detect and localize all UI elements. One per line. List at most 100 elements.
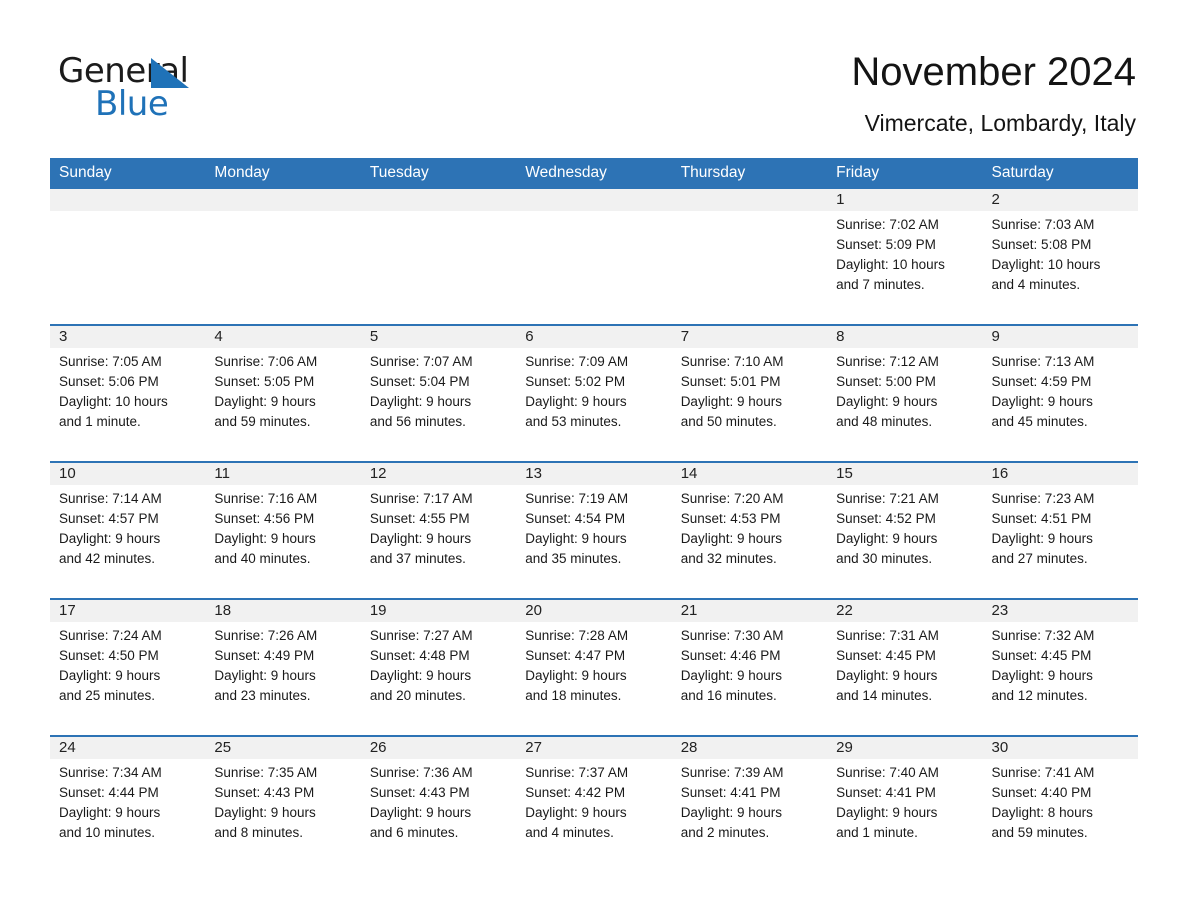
day-cell[interactable]: Sunrise: 7:13 AM Sunset: 4:59 PM Dayligh…: [983, 348, 1138, 461]
day-number: 7: [680, 328, 690, 345]
daylight-text-line1: Daylight: 9 hours: [214, 394, 316, 409]
sunrise-text: Sunrise: 7:07 AM: [369, 354, 473, 369]
sunset-text: Sunset: 4:47 PM: [525, 648, 626, 663]
day-cell[interactable]: Sunrise: 7:30 AM Sunset: 4:46 PM Dayligh…: [672, 622, 827, 735]
day-cell[interactable]: Sunrise: 7:10 AM Sunset: 5:01 PM Dayligh…: [672, 348, 827, 461]
daylight-text-line1: Daylight: 8 hours: [991, 805, 1093, 820]
sunrise-text: Sunrise: 7:37 AM: [525, 765, 629, 780]
daylight-text-line1: Daylight: 9 hours: [525, 531, 627, 546]
daylight-text-line2: and 35 minutes.: [525, 551, 622, 566]
sunrise-text: Sunrise: 7:41 AM: [991, 765, 1095, 780]
day-cell[interactable]: [205, 211, 360, 324]
day-number: 8: [836, 328, 845, 345]
sunset-text: Sunset: 4:45 PM: [836, 648, 936, 663]
sunrise-text: Sunrise: 7:17 AM: [369, 491, 473, 506]
week-row: 3 4 5 6 7 8 9 Sunrise: 7:05 AM Sunset: 5…: [50, 324, 1138, 461]
sunset-text: Sunset: 5:08 PM: [991, 237, 1092, 252]
day-number: 1: [836, 191, 845, 208]
weekday-header-wednesday: Wednesday: [525, 164, 607, 181]
day-cell[interactable]: Sunrise: 7:02 AM Sunset: 5:09 PM Dayligh…: [827, 211, 982, 324]
day-cell[interactable]: Sunrise: 7:09 AM Sunset: 5:02 PM Dayligh…: [516, 348, 671, 461]
day-cell[interactable]: Sunrise: 7:19 AM Sunset: 4:54 PM Dayligh…: [516, 485, 671, 598]
sunset-text: Sunset: 4:57 PM: [59, 511, 159, 526]
day-cell[interactable]: Sunrise: 7:34 AM Sunset: 4:44 PM Dayligh…: [50, 759, 205, 859]
day-number: 10: [59, 465, 76, 482]
daylight-text-line2: and 23 minutes.: [214, 688, 311, 703]
logo-text-blue: Blue: [95, 84, 169, 124]
daylight-text-line1: Daylight: 9 hours: [991, 394, 1093, 409]
daylight-text-line1: Daylight: 9 hours: [525, 805, 627, 820]
daylight-text-line2: and 7 minutes.: [836, 277, 925, 292]
title-block: November 2024 Vimercate, Lombardy, Italy: [851, 48, 1136, 137]
day-cell[interactable]: Sunrise: 7:37 AM Sunset: 4:42 PM Dayligh…: [516, 759, 671, 859]
sunrise-text: Sunrise: 7:23 AM: [991, 491, 1095, 506]
day-cell[interactable]: Sunrise: 7:36 AM Sunset: 4:43 PM Dayligh…: [361, 759, 516, 859]
day-cell[interactable]: Sunrise: 7:16 AM Sunset: 4:56 PM Dayligh…: [205, 485, 360, 598]
day-cell[interactable]: Sunrise: 7:32 AM Sunset: 4:45 PM Dayligh…: [983, 622, 1138, 735]
daylight-text-line1: Daylight: 9 hours: [369, 805, 472, 820]
day-cell[interactable]: Sunrise: 7:12 AM Sunset: 5:00 PM Dayligh…: [827, 348, 982, 461]
week-date-bar: 3 4 5 6 7 8 9: [50, 326, 1138, 348]
week-date-bar: 1 2: [50, 189, 1138, 211]
day-cell[interactable]: Sunrise: 7:35 AM Sunset: 4:43 PM Dayligh…: [205, 759, 360, 859]
daylight-text-line2: and 14 minutes.: [836, 688, 933, 703]
day-number: 19: [369, 602, 387, 619]
day-cell[interactable]: Sunrise: 7:28 AM Sunset: 4:47 PM Dayligh…: [516, 622, 671, 735]
sunrise-text: Sunrise: 7:14 AM: [59, 491, 162, 506]
day-cell[interactable]: [50, 211, 205, 324]
week-row: 17 18 19 20 21 22 23 Sunrise: 7:24 AM Su…: [50, 598, 1138, 735]
sunset-text: Sunset: 5:04 PM: [369, 374, 470, 389]
sunset-text: Sunset: 5:01 PM: [680, 374, 781, 389]
sunset-text: Sunset: 4:53 PM: [680, 511, 781, 526]
weekday-header-friday: Friday: [836, 164, 880, 181]
day-cell[interactable]: Sunrise: 7:27 AM Sunset: 4:48 PM Dayligh…: [361, 622, 516, 735]
sunset-text: Sunset: 4:42 PM: [525, 785, 626, 800]
day-number: 11: [214, 465, 230, 482]
daylight-text-line1: Daylight: 10 hours: [836, 257, 945, 272]
page-subtitle: Vimercate, Lombardy, Italy: [864, 110, 1136, 136]
day-cell[interactable]: Sunrise: 7:41 AM Sunset: 4:40 PM Dayligh…: [983, 759, 1138, 859]
day-cell[interactable]: Sunrise: 7:23 AM Sunset: 4:51 PM Dayligh…: [983, 485, 1138, 598]
daylight-text-line2: and 37 minutes.: [369, 551, 466, 566]
sunset-text: Sunset: 4:50 PM: [59, 648, 159, 663]
day-cell[interactable]: Sunrise: 7:07 AM Sunset: 5:04 PM Dayligh…: [361, 348, 516, 461]
daylight-text-line2: and 32 minutes.: [680, 551, 777, 566]
day-cell[interactable]: Sunrise: 7:24 AM Sunset: 4:50 PM Dayligh…: [50, 622, 205, 735]
daylight-text-line2: and 20 minutes.: [369, 688, 466, 703]
daylight-text-line1: Daylight: 9 hours: [991, 531, 1093, 546]
calendar-grid: Sunday Monday Tuesday Wednesday Thursday…: [50, 158, 1138, 859]
day-number: 15: [836, 465, 853, 482]
day-cell[interactable]: [516, 211, 671, 324]
day-number: 28: [680, 739, 698, 756]
daylight-text-line2: and 18 minutes.: [525, 688, 622, 703]
sunrise-text: Sunrise: 7:16 AM: [214, 491, 318, 506]
day-cell[interactable]: Sunrise: 7:05 AM Sunset: 5:06 PM Dayligh…: [50, 348, 205, 461]
sunset-text: Sunset: 4:56 PM: [214, 511, 315, 526]
daylight-text-line1: Daylight: 9 hours: [836, 668, 938, 683]
day-number: 27: [525, 739, 542, 756]
sunrise-text: Sunrise: 7:27 AM: [369, 628, 473, 643]
day-cell[interactable]: Sunrise: 7:40 AM Sunset: 4:41 PM Dayligh…: [827, 759, 982, 859]
day-number: 4: [214, 328, 223, 345]
sunset-text: Sunset: 4:49 PM: [214, 648, 315, 663]
daylight-text-line2: and 25 minutes.: [59, 688, 156, 703]
day-cell[interactable]: Sunrise: 7:06 AM Sunset: 5:05 PM Dayligh…: [205, 348, 360, 461]
sunrise-text: Sunrise: 7:24 AM: [59, 628, 162, 643]
day-cell[interactable]: Sunrise: 7:26 AM Sunset: 4:49 PM Dayligh…: [205, 622, 360, 735]
day-cell[interactable]: Sunrise: 7:03 AM Sunset: 5:08 PM Dayligh…: [983, 211, 1138, 324]
day-cell[interactable]: Sunrise: 7:31 AM Sunset: 4:45 PM Dayligh…: [827, 622, 982, 735]
sunset-text: Sunset: 4:43 PM: [214, 785, 315, 800]
sunrise-text: Sunrise: 7:06 AM: [214, 354, 318, 369]
daylight-text-line1: Daylight: 9 hours: [836, 805, 938, 820]
day-cell[interactable]: Sunrise: 7:21 AM Sunset: 4:52 PM Dayligh…: [827, 485, 982, 598]
sunrise-text: Sunrise: 7:40 AM: [836, 765, 939, 780]
day-number: [516, 189, 671, 211]
day-cell[interactable]: Sunrise: 7:17 AM Sunset: 4:55 PM Dayligh…: [361, 485, 516, 598]
day-cell[interactable]: [361, 211, 516, 324]
day-cell[interactable]: Sunrise: 7:39 AM Sunset: 4:41 PM Dayligh…: [672, 759, 827, 859]
day-cell[interactable]: [672, 211, 827, 324]
week-body: Sunrise: 7:14 AM Sunset: 4:57 PM Dayligh…: [50, 485, 1138, 598]
day-cell[interactable]: Sunrise: 7:14 AM Sunset: 4:57 PM Dayligh…: [50, 485, 205, 598]
day-cell[interactable]: Sunrise: 7:20 AM Sunset: 4:53 PM Dayligh…: [672, 485, 827, 598]
sunrise-text: Sunrise: 7:21 AM: [836, 491, 939, 506]
